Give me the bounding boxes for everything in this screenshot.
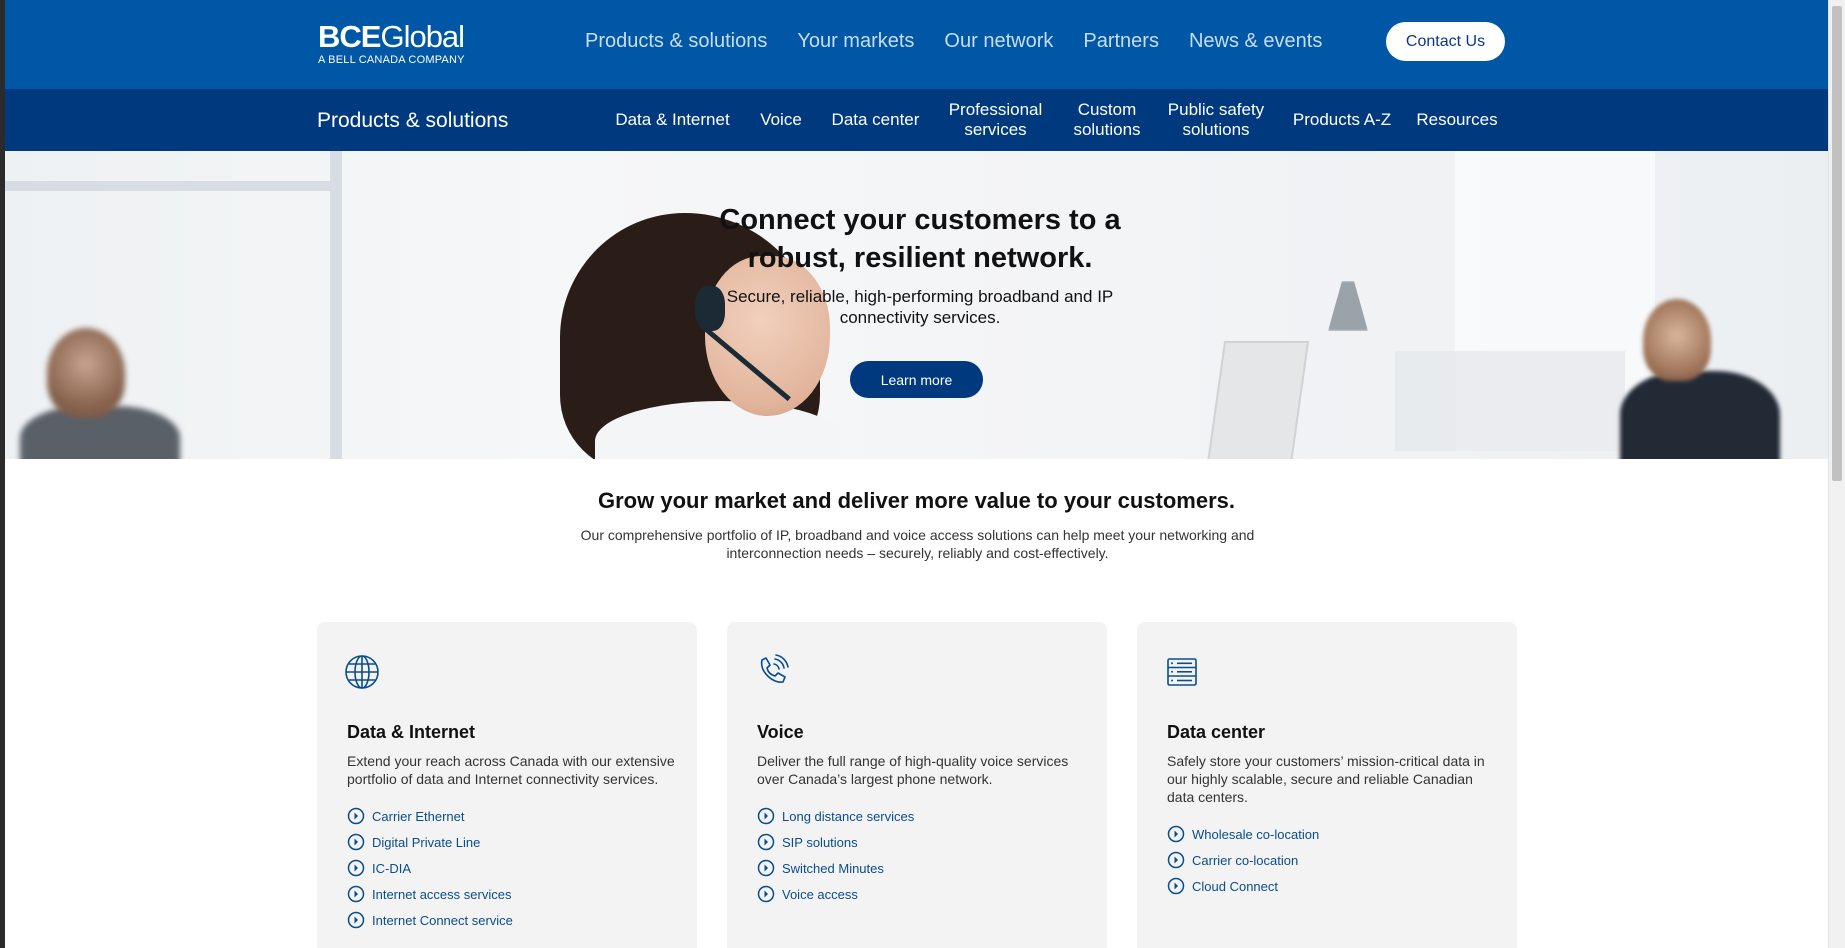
contact-us-button[interactable]: Contact Us	[1386, 22, 1505, 61]
card-description: Safely store your customers’ mission-cri…	[1167, 753, 1485, 805]
subnav-data-center[interactable]: Data center	[823, 89, 928, 151]
link-internet-connect-service[interactable]: Internet Connect service	[347, 907, 513, 933]
hero-bg-desk-screen	[1395, 351, 1625, 451]
link-label: Cloud Connect	[1192, 878, 1278, 894]
card-link-list: Long distance services SIP solutions Swi…	[757, 803, 914, 907]
nav-products-solutions[interactable]: Products & solutions	[585, 30, 767, 53]
hero-subtitle: Secure, reliable, high-performing broadb…	[726, 287, 1114, 327]
chevron-circle-icon	[1167, 851, 1185, 869]
hero-bg-window-post	[330, 151, 342, 459]
hero-bg-person-right-head	[1643, 299, 1711, 381]
hero-bg-person-right	[1620, 371, 1780, 459]
link-label: Switched Minutes	[782, 860, 884, 876]
chevron-circle-icon	[757, 807, 775, 825]
hero-bg-monitor	[1205, 341, 1310, 459]
logo-brand-light: Global	[380, 19, 465, 54]
hero-bg-person-left-head	[47, 328, 125, 418]
logo-brand-bold: BCE	[318, 19, 381, 54]
section-title: Grow your market and deliver more value …	[598, 488, 1235, 513]
subnav-title[interactable]: Products & solutions	[317, 109, 508, 133]
globe-icon	[345, 655, 379, 689]
link-carrier-ethernet[interactable]: Carrier Ethernet	[347, 803, 513, 829]
link-switched-minutes[interactable]: Switched Minutes	[757, 855, 914, 881]
link-label: SIP solutions	[782, 834, 858, 850]
chevron-circle-icon	[347, 833, 365, 851]
server-icon	[1167, 658, 1197, 686]
logo-tagline: A BELL CANADA COMPANY	[318, 54, 465, 66]
link-label: Wholesale co-location	[1192, 826, 1320, 842]
subnav-data-internet[interactable]: Data & Internet	[605, 89, 740, 151]
nav-partners[interactable]: Partners	[1083, 30, 1159, 53]
link-internet-access-services[interactable]: Internet access services	[347, 881, 513, 907]
chevron-circle-icon	[347, 911, 365, 929]
chevron-circle-icon	[347, 885, 365, 903]
chevron-circle-icon	[757, 859, 775, 877]
link-label: Long distance services	[782, 808, 915, 824]
subnav-custom-solutions[interactable]: Custom solutions	[1062, 89, 1152, 151]
link-voice-access[interactable]: Voice access	[757, 881, 914, 907]
link-carrier-co-location[interactable]: Carrier co-location	[1167, 847, 1319, 873]
link-cloud-connect[interactable]: Cloud Connect	[1167, 873, 1319, 899]
link-ic-dia[interactable]: IC-DIA	[347, 855, 513, 881]
subnav-public-safety-solutions[interactable]: Public safety solutions	[1161, 89, 1271, 151]
card-title: Data center	[1167, 722, 1266, 742]
subnav-products-a-z[interactable]: Products A-Z	[1282, 89, 1402, 151]
phone-icon	[760, 654, 789, 683]
nav-our-network[interactable]: Our network	[944, 30, 1053, 53]
link-wholesale-co-location[interactable]: Wholesale co-location	[1167, 821, 1319, 847]
chevron-circle-icon	[347, 859, 365, 877]
top-header: BCEGlobal A BELL CANADA COMPANY Products…	[5, 0, 1828, 89]
card-title: Data & Internet	[347, 722, 476, 742]
main-nav: Products & solutions Your markets Our ne…	[585, 0, 1352, 83]
chevron-circle-icon	[757, 833, 775, 851]
nav-your-markets[interactable]: Your markets	[797, 30, 914, 53]
learn-more-button[interactable]: Learn more	[850, 361, 983, 398]
link-label: IC-DIA	[372, 860, 411, 876]
link-label: Digital Private Line	[372, 834, 481, 850]
link-label: Internet Connect service	[372, 912, 513, 928]
subnav-professional-services[interactable]: Professional services	[938, 89, 1053, 151]
link-label: Carrier co-location	[1192, 852, 1299, 868]
nav-news-events[interactable]: News & events	[1189, 30, 1322, 53]
page-scrollbar[interactable]	[1828, 0, 1845, 948]
link-label: Carrier Ethernet	[372, 808, 465, 824]
hero-title: Connect your customers to a robust, resi…	[719, 204, 1121, 274]
card-data-center: Data center Safely store your customers’…	[1137, 622, 1517, 948]
link-sip-solutions[interactable]: SIP solutions	[757, 829, 914, 855]
link-label: Internet access services	[372, 886, 512, 902]
section-description: Our comprehensive portfolio of IP, broad…	[580, 527, 1255, 561]
card-title: Voice	[757, 722, 804, 742]
hero-bg-lamp	[1328, 281, 1368, 331]
card-link-list: Carrier Ethernet Digital Private Line IC…	[347, 803, 513, 933]
hero-bg-window-frame	[5, 181, 335, 191]
card-voice: Voice Deliver the full range of high-qua…	[727, 622, 1107, 948]
bce-global-logo[interactable]: BCEGlobal A BELL CANADA COMPANY	[318, 19, 465, 66]
link-long-distance-services[interactable]: Long distance services	[757, 803, 914, 829]
link-label: Voice access	[782, 886, 858, 902]
scrollbar-thumb[interactable]	[1832, 6, 1842, 481]
chevron-circle-icon	[757, 885, 775, 903]
link-digital-private-line[interactable]: Digital Private Line	[347, 829, 513, 855]
sub-navigation: Products & solutions Data & Internet Voi…	[5, 89, 1828, 151]
chevron-circle-icon	[347, 807, 365, 825]
card-data-internet: Data & Internet Extend your reach across…	[317, 622, 697, 948]
card-description: Extend your reach across Canada with our…	[347, 753, 675, 787]
chevron-circle-icon	[1167, 877, 1185, 895]
subnav-resources[interactable]: Resources	[1407, 89, 1507, 151]
subnav-voice[interactable]: Voice	[750, 89, 812, 151]
hero-text: Connect your customers to a robust, resi…	[685, 201, 1155, 328]
card-description: Deliver the full range of high-quality v…	[757, 753, 1069, 787]
hero-banner: Connect your customers to a robust, resi…	[5, 151, 1828, 459]
chevron-circle-icon	[1167, 825, 1185, 843]
card-link-list: Wholesale co-location Carrier co-locatio…	[1167, 821, 1319, 899]
